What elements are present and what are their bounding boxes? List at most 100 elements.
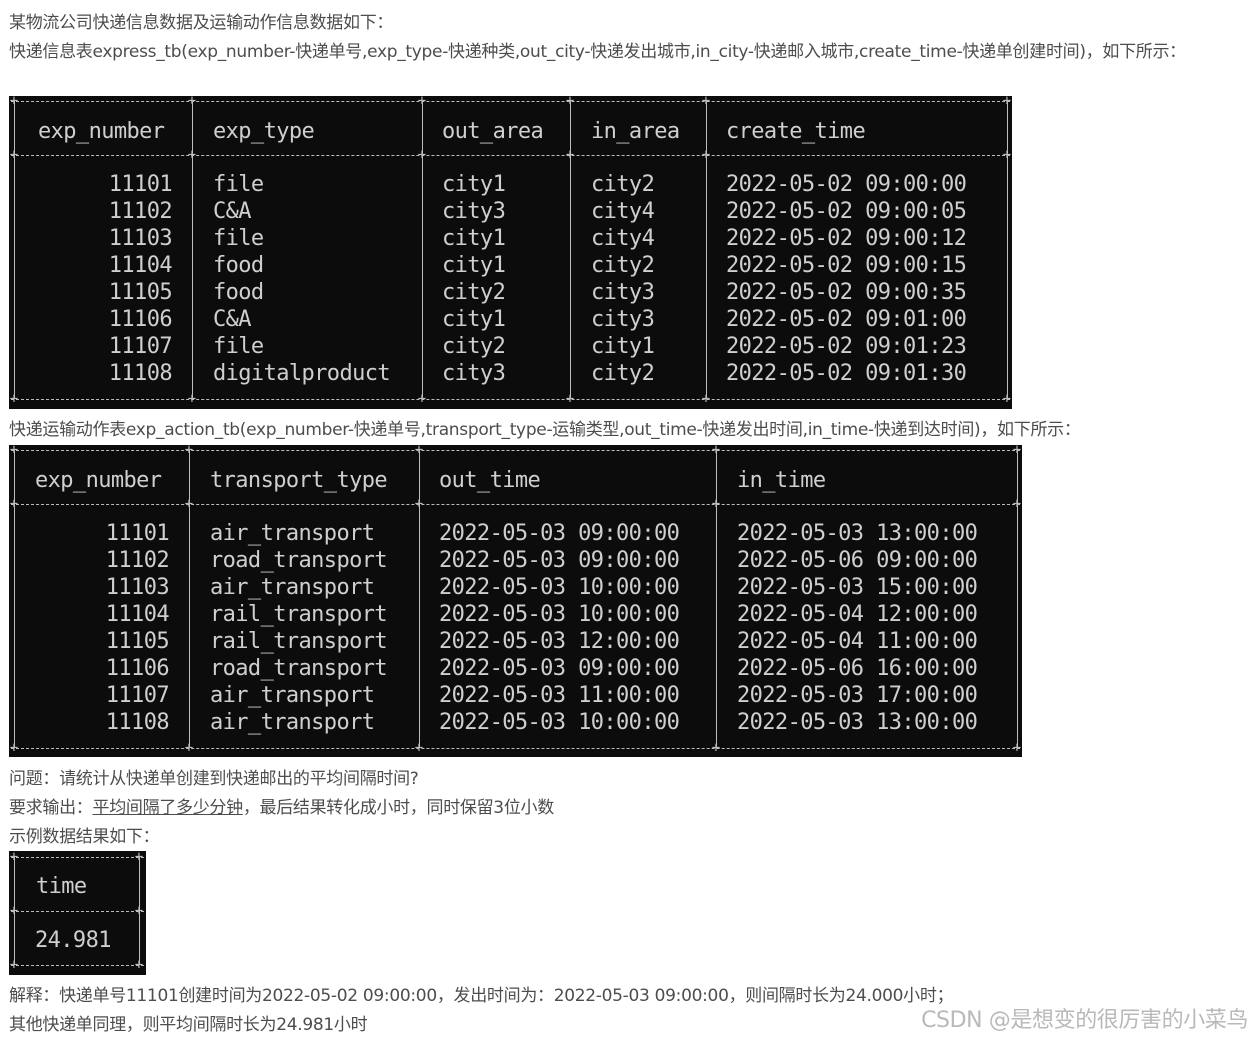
table-header-row: exp_number transport_type out_time in_time (9, 467, 1022, 494)
table-corner: + (711, 496, 721, 512)
table-corner: + (1002, 391, 1012, 407)
table-corner: + (9, 147, 19, 163)
requirement-text: 要求输出：平均间隔了多少分钟，最后结果转化成小时，同时保留3位小数 (9, 794, 554, 822)
table-cell: road_transport (210, 548, 388, 573)
table-cell: 2022-05-02 09:00:00 (726, 172, 967, 197)
table-cell: air_transport (210, 710, 375, 735)
table-cell: 2022-05-03 09:00:00 (439, 548, 680, 573)
table-row: 11108 digitalproduct city3 city2 2022-05-02 … (9, 360, 1012, 387)
table-cell: city2 (442, 334, 506, 359)
column-header: out_area (442, 119, 544, 144)
table-cell: 11101 (105, 521, 170, 546)
table-cell: 2022-05-03 11:00:00 (439, 683, 680, 708)
action-table-screenshot: + + + + + + + + + + + + + + + exp_number transport_type o… (9, 442, 1022, 757)
table-cell: 2022-05-03 17:00:00 (737, 683, 978, 708)
table-row: 11104 food city1 city2 2022-05-02 09:00:15 (9, 252, 1012, 279)
table-corner: + (1012, 740, 1022, 756)
column-header: in_time (737, 468, 826, 493)
table-cell: 2022-05-03 09:00:00 (439, 521, 680, 546)
table-cell: 2022-05-03 09:00:00 (439, 656, 680, 681)
table-corner: + (1012, 442, 1022, 458)
table-cell: 11105 (105, 629, 170, 654)
table-cell: food (213, 280, 264, 305)
table-corner: + (187, 147, 197, 163)
requirement-suffix: ，最后结果转化成小时，同时保留3位小数 (242, 798, 554, 818)
table-border-line (11, 504, 1020, 505)
table-cell: 2022-05-02 09:00:12 (726, 226, 967, 251)
table-cell: city1 (442, 226, 506, 251)
table-cell: file (213, 334, 264, 359)
result-table-screenshot: + + + + + + time 24.981 (9, 849, 146, 975)
table-cell: city3 (591, 307, 655, 332)
table-cell: 2022-05-03 10:00:00 (439, 602, 680, 627)
table-cell: air_transport (210, 575, 375, 600)
table-cell: city3 (442, 361, 506, 386)
table-corner: + (9, 442, 19, 458)
table-row: 11105 rail_transport 2022-05-03 12:00:00 20… (9, 628, 1022, 655)
table-cell: file (213, 172, 264, 197)
table-corner: + (565, 93, 575, 109)
table-border-line (11, 748, 1020, 749)
table-cell: 2022-05-02 09:00:15 (726, 253, 967, 278)
table-cell: 11105 (108, 280, 173, 305)
table-corner: + (414, 740, 424, 756)
column-header: transport_type (210, 468, 388, 493)
table-row: 11102 road_transport 2022-05-03 09:00:00 20… (9, 547, 1022, 574)
table-cell: 2022-05-02 09:01:23 (726, 334, 967, 359)
table-cell: 11107 (108, 334, 173, 359)
table-cell: city2 (442, 280, 506, 305)
table-cell: 2022-05-03 12:00:00 (439, 629, 680, 654)
table-cell: 11104 (105, 602, 170, 627)
express-table-screenshot: + + + + + + + + + + + + + + + + + + exp_number exp_type out_… (9, 93, 1012, 409)
table-cell: 2022-05-03 10:00:00 (439, 575, 680, 600)
explanation-line-1: 解释：快递单号11101创建时间为2022-05-02 09:00:00，发出时… (9, 986, 954, 1006)
table-corner: + (417, 93, 427, 109)
table-corner: + (701, 391, 711, 407)
table-cell: city1 (442, 253, 506, 278)
table-border-line (11, 399, 1010, 400)
table-row: 11107 air_transport 2022-05-03 11:00:00 202… (9, 682, 1022, 709)
table-cell: 2022-05-02 09:00:05 (726, 199, 967, 224)
table-cell: 2022-05-02 09:01:30 (726, 361, 967, 386)
table-cell: 2022-05-06 09:00:00 (737, 548, 978, 573)
table-corner: + (184, 442, 194, 458)
table-cell: 2022-05-03 10:00:00 (439, 710, 680, 735)
table-corner: + (711, 740, 721, 756)
table-corner: + (9, 496, 19, 512)
table-cell: 2022-05-06 16:00:00 (737, 656, 978, 681)
table-cell: 11104 (108, 253, 173, 278)
table-row: 11103 file city1 city4 2022-05-02 09:00:12 (9, 225, 1012, 252)
table-row: 11105 food city2 city3 2022-05-02 09:00:35 (9, 279, 1012, 306)
table-cell: 2022-05-04 11:00:00 (737, 629, 978, 654)
table-corner: + (1012, 496, 1022, 512)
table-cell: 11108 (105, 710, 170, 735)
table-corner: + (1002, 147, 1012, 163)
table-corner: + (417, 391, 427, 407)
column-header: exp_number (35, 468, 162, 493)
table-cell: file (213, 226, 264, 251)
table-row: 11104 rail_transport 2022-05-03 10:00:00 20… (9, 601, 1022, 628)
table-row: 11101 file city1 city2 2022-05-02 09:00:00 (9, 171, 1012, 198)
sample-label: 示例数据结果如下： (9, 827, 160, 847)
column-header: create_time (726, 119, 866, 144)
table-corner: + (417, 147, 427, 163)
table-cell: 2022-05-04 12:00:00 (737, 602, 978, 627)
table-cell: 11106 (105, 656, 170, 681)
table-cell: digitalproduct (213, 361, 391, 386)
table-cell: city3 (591, 280, 655, 305)
table-cell: 2022-05-02 09:00:35 (726, 280, 967, 305)
table-corner: + (701, 93, 711, 109)
table-cell: 2022-05-03 13:00:00 (737, 710, 978, 735)
table-corner: + (184, 496, 194, 512)
table-corner: + (9, 93, 19, 109)
table-header-row: exp_number exp_type out_area in_area create_… (9, 118, 1012, 145)
table-row: 11107 file city2 city1 2022-05-02 09:01:23 (9, 333, 1012, 360)
table-corner: + (565, 391, 575, 407)
table-cell: C&A (213, 199, 252, 224)
table-corner: + (134, 849, 144, 865)
table-cell: city2 (591, 253, 655, 278)
table-cell: city1 (442, 172, 506, 197)
column-header: out_time (439, 468, 541, 493)
table-cell: city4 (591, 199, 655, 224)
question-text: 问题：请统计从快递单创建到快递邮出的平均间隔时间? (9, 769, 419, 789)
